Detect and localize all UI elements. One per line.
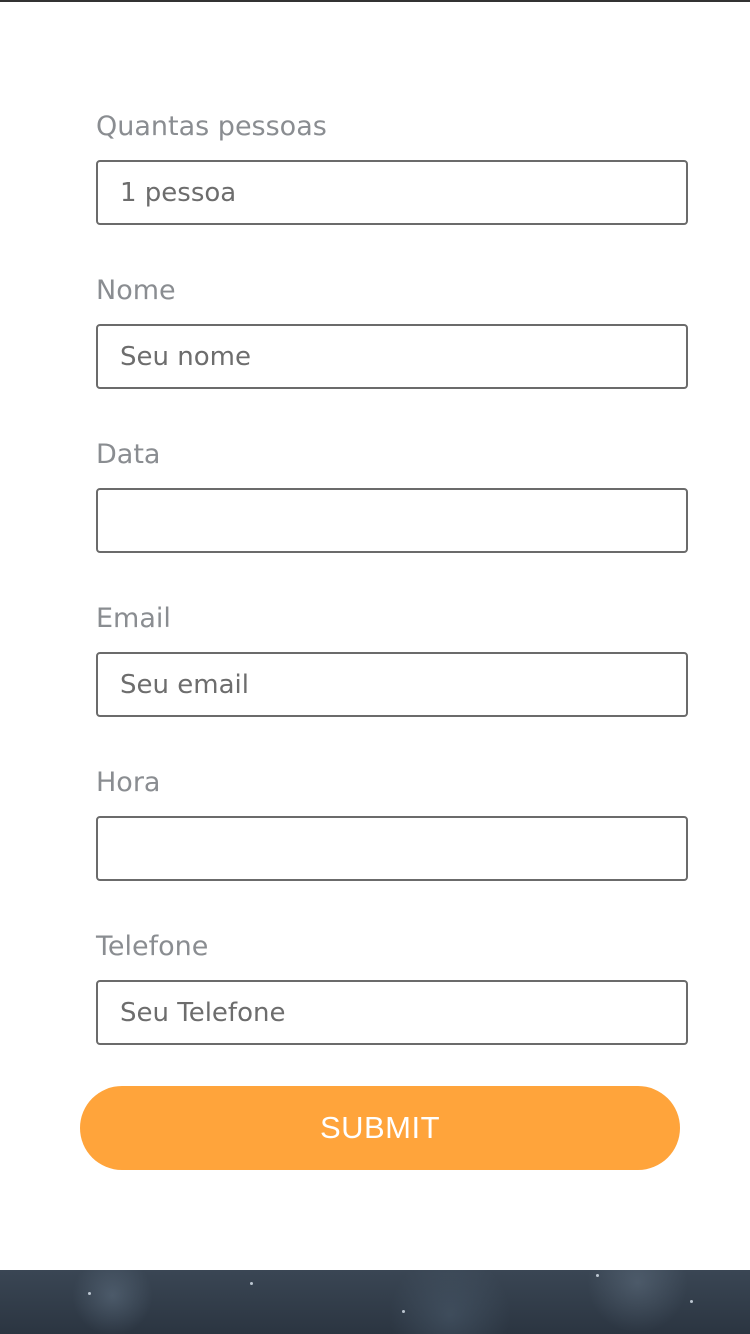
date-label: Data bbox=[96, 439, 161, 470]
phone-input[interactable] bbox=[96, 980, 688, 1045]
footer-speck bbox=[250, 1282, 253, 1285]
people-count-label: Quantas pessoas bbox=[96, 111, 327, 142]
name-input[interactable] bbox=[96, 324, 688, 389]
footer-speck bbox=[402, 1310, 405, 1313]
email-label: Email bbox=[96, 603, 171, 634]
footer-speck bbox=[596, 1274, 599, 1277]
footer-background-image bbox=[0, 1270, 750, 1334]
footer-speck bbox=[88, 1292, 91, 1295]
email-input[interactable] bbox=[96, 652, 688, 717]
time-label: Hora bbox=[96, 767, 161, 798]
footer-speck bbox=[690, 1300, 693, 1303]
date-input[interactable] bbox=[96, 488, 688, 553]
submit-button[interactable]: SUBMIT bbox=[80, 1086, 680, 1170]
name-label: Nome bbox=[96, 275, 176, 306]
time-input[interactable] bbox=[96, 816, 688, 881]
top-divider bbox=[0, 0, 750, 2]
people-count-input[interactable] bbox=[96, 160, 688, 225]
phone-label: Telefone bbox=[96, 931, 209, 962]
